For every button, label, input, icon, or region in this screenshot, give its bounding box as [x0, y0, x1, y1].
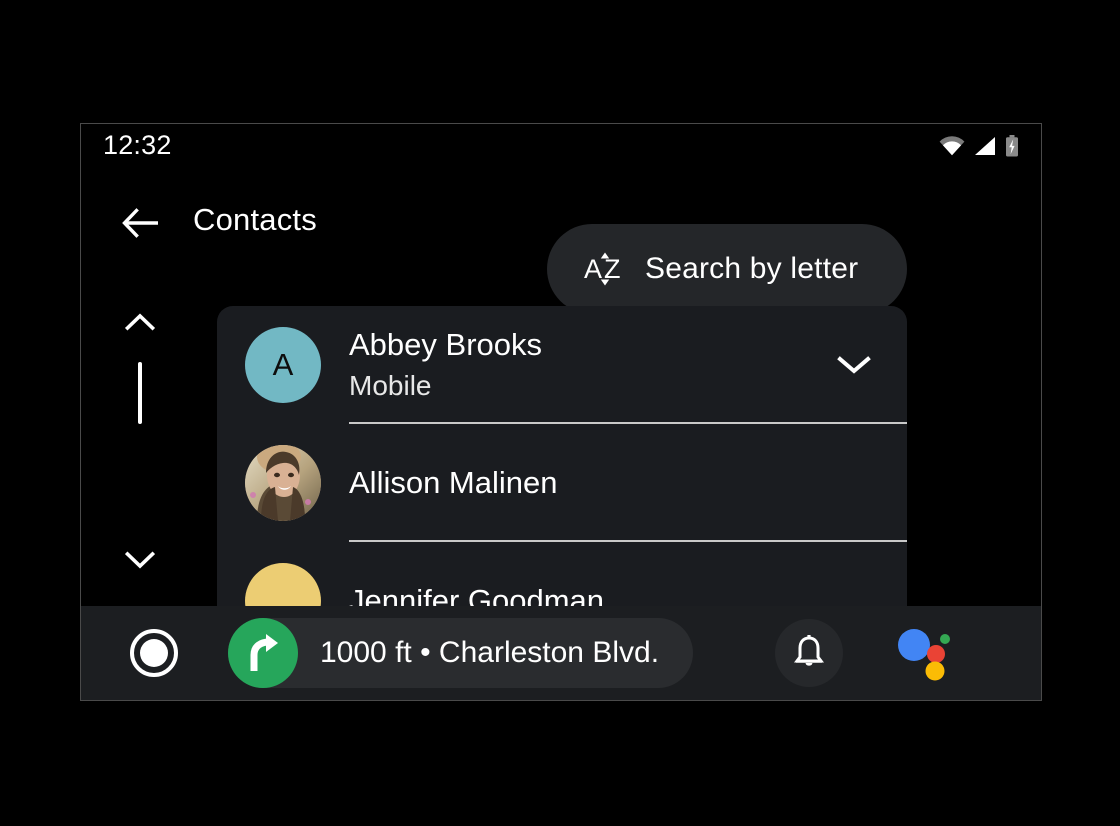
android-auto-screen: 12:32 Contacts A Z Search by letter A Ab…: [80, 123, 1042, 701]
wifi-icon: [939, 136, 965, 156]
contact-text: Abbey Brooks Mobile: [349, 327, 827, 403]
chevron-down-icon: [837, 356, 871, 374]
notifications-button[interactable]: [775, 619, 844, 687]
search-by-letter-label: Search by letter: [645, 252, 859, 285]
scrollbar[interactable]: [119, 304, 161, 604]
home-ring-icon: [130, 629, 178, 677]
google-assistant-icon: [898, 629, 951, 681]
app-bar: Contacts A Z Search by letter: [81, 169, 1041, 314]
scrollbar-thumb[interactable]: [138, 362, 142, 424]
arrow-left-icon: [122, 208, 158, 238]
contact-photo: [245, 445, 321, 521]
navigation-chip[interactable]: 1000 ft • Charleston Blvd.: [228, 618, 694, 688]
status-icon-group: [939, 135, 1019, 157]
navigation-chip-label: 1000 ft • Charleston Blvd.: [320, 636, 660, 669]
avatar: [245, 445, 321, 521]
chevron-down-icon: [125, 551, 155, 569]
status-bar: 12:32: [81, 124, 1041, 169]
scroll-down-button[interactable]: [119, 542, 161, 578]
bell-icon: [794, 635, 825, 666]
chevron-up-icon: [125, 313, 155, 331]
battery-charging-icon: [1006, 135, 1018, 157]
contacts-list: A Abbey Brooks Mobile Allison Malinen Je…: [217, 306, 907, 636]
contact-name: Abbey Brooks: [349, 327, 542, 363]
back-button[interactable]: [119, 201, 163, 245]
turn-right-icon: [228, 618, 298, 688]
svg-text:A: A: [584, 254, 602, 284]
contact-text: Allison Malinen: [349, 465, 907, 502]
avatar-initial: A: [272, 347, 294, 382]
cellular-signal-icon: [975, 137, 995, 155]
az-sort-icon: A Z: [583, 247, 627, 291]
contact-name: Allison Malinen: [349, 464, 558, 500]
contact-subtitle: Mobile: [349, 369, 432, 401]
expand-contact-button[interactable]: [827, 338, 881, 392]
table-row[interactable]: Allison Malinen: [217, 424, 907, 542]
google-assistant-button[interactable]: [895, 624, 953, 682]
status-clock: 12:32: [103, 130, 172, 160]
home-button[interactable]: [128, 627, 180, 679]
table-row[interactable]: A Abbey Brooks Mobile: [217, 306, 907, 424]
page-title: Contacts: [193, 202, 317, 237]
bottom-navigation-bar: 1000 ft • Charleston Blvd.: [81, 606, 1041, 700]
search-by-letter-button[interactable]: A Z Search by letter: [547, 224, 907, 314]
scroll-up-button[interactable]: [119, 304, 161, 340]
avatar: A: [245, 327, 321, 403]
